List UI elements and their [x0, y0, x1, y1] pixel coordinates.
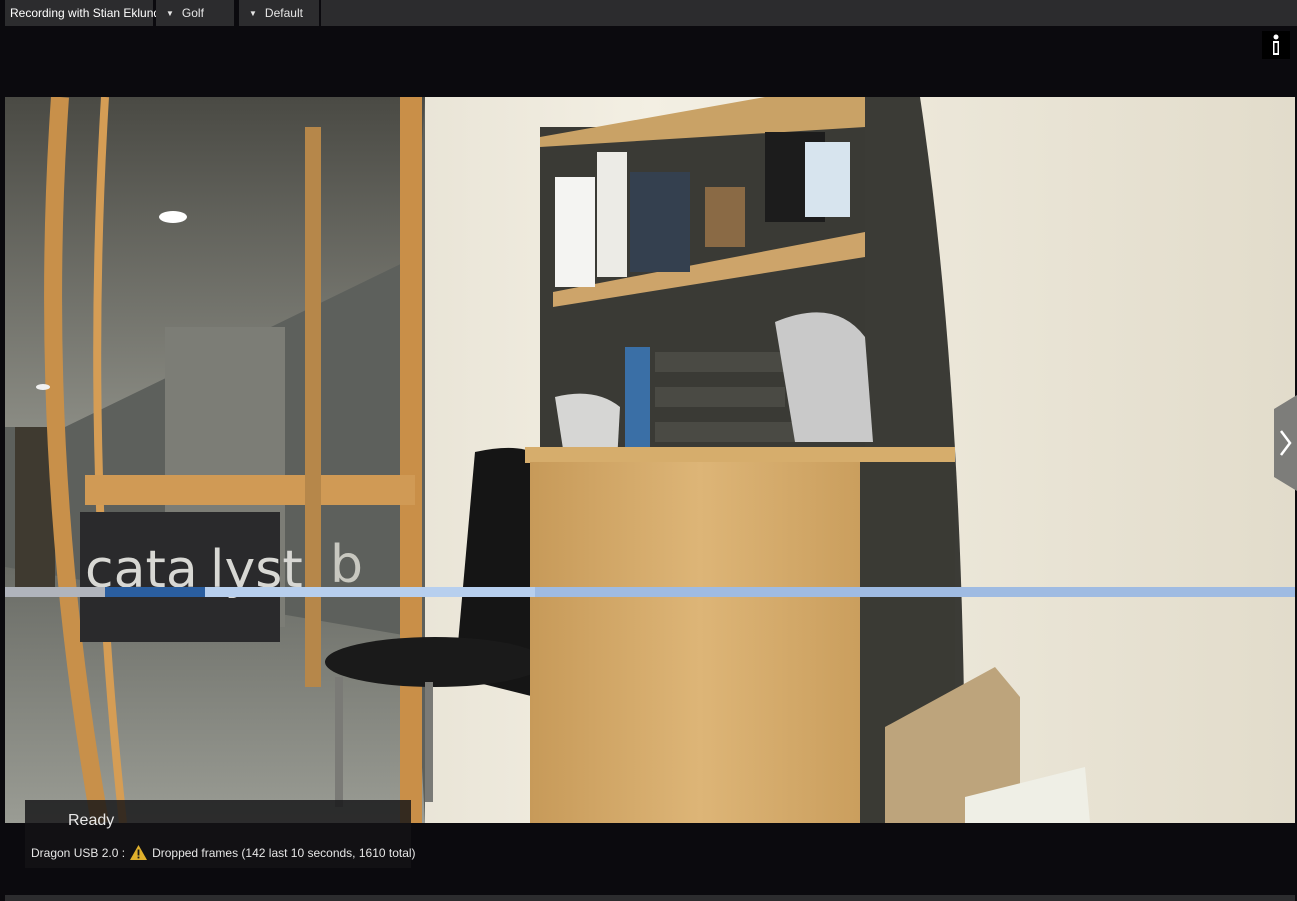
chevron-right-icon [1274, 395, 1297, 491]
profile-dropdown[interactable]: ▼ Golf [156, 0, 234, 26]
camera-frame: cata lyst b [5, 97, 1295, 823]
expand-panel-button[interactable] [1274, 395, 1297, 491]
svg-text:b: b [330, 535, 363, 595]
bottom-bar [5, 895, 1295, 901]
info-button[interactable] [1262, 31, 1290, 59]
layout-dropdown[interactable]: ▼ Default [239, 0, 319, 26]
caret-down-icon: ▼ [166, 8, 174, 18]
status-panel: Ready Dragon USB 2.0 : Dropped frames (1… [25, 800, 416, 868]
top-bar-fill [321, 0, 1297, 26]
device-label: Dragon USB 2.0 : [31, 845, 126, 860]
status-message-line: Dragon USB 2.0 : Dropped frames (142 las… [31, 845, 416, 860]
camera-preview[interactable]: cata lyst b [5, 97, 1295, 823]
info-icon [1273, 34, 1279, 55]
layout-dropdown-label: Default [264, 6, 303, 20]
warning-icon [130, 845, 148, 860]
status-label: Ready [68, 812, 115, 829]
caret-down-icon: ▼ [249, 8, 257, 18]
profile-dropdown-label: Golf [181, 6, 204, 20]
top-bar: Recording with Stian Eklund ▼ Golf ▼ Def… [0, 0, 1297, 26]
recording-title: Recording with Stian Eklund [5, 0, 160, 26]
dropped-frames-message: Dropped frames (142 last 10 seconds, 161… [152, 845, 416, 860]
